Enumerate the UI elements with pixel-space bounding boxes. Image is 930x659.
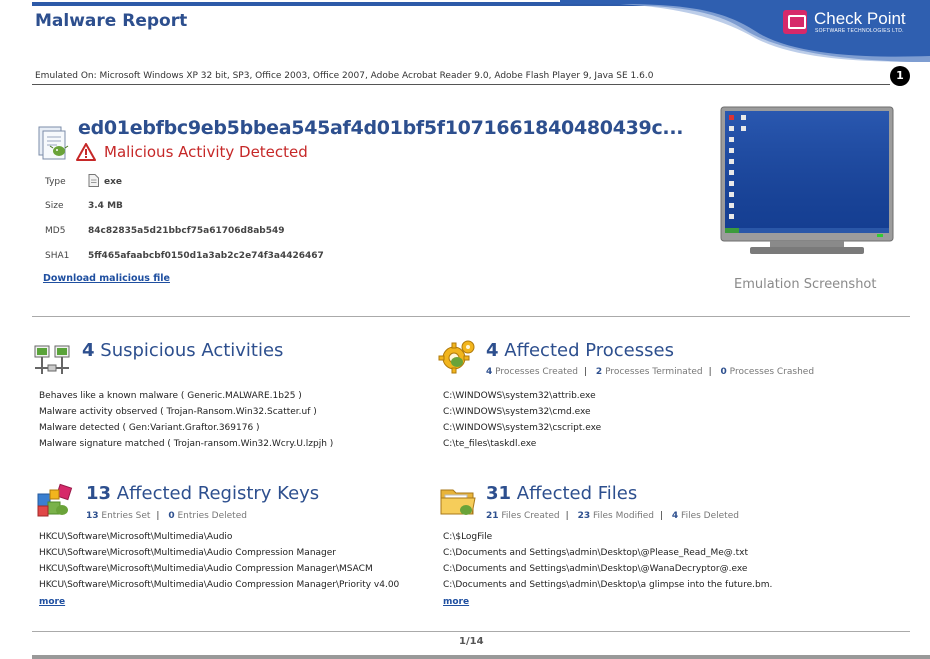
network-computers-icon [34, 345, 70, 374]
list-item: C:\WINDOWS\system32\attrib.exe [443, 391, 596, 401]
check-point-logo-icon [783, 10, 807, 34]
list-item: C:\Documents and Settings\admin\Desktop\… [443, 564, 748, 574]
list-item: HKCU\Software\Microsoft\Multimedia\Audio… [39, 564, 373, 574]
page-marker-badge: 1 [890, 66, 910, 86]
stat-label: Processes Created [495, 367, 578, 377]
list-item: Behaves like a known malware ( Generic.M… [39, 391, 302, 401]
folder-icon [440, 489, 476, 515]
stat-num: 21 [486, 511, 499, 521]
registry-title-text: Affected Registry Keys [116, 483, 320, 504]
section-divider [32, 316, 910, 317]
emulated-divider [32, 84, 890, 85]
files-stats: 21 Files Created | 23 Files Modified | 4 F… [486, 511, 739, 521]
suspicious-activities-title: 4 Suspicious Activities [82, 340, 283, 361]
stat-num: 2 [595, 367, 603, 377]
affected-processes-title: 4 Affected Processes [486, 340, 674, 361]
processes-count: 4 [486, 340, 499, 361]
files-more-link[interactable]: more [443, 597, 469, 607]
stat-label: Files Created [501, 511, 560, 521]
logo-subtitle: SOFTWARE TECHNOLOGIES LTD. [815, 28, 904, 34]
stat-label: Files Deleted [681, 511, 739, 521]
list-item: C:\te_files\taskdl.exe [443, 439, 537, 449]
download-malicious-file-link[interactable]: Download malicious file [43, 273, 170, 284]
logo-name: Check Point [814, 9, 906, 28]
affected-files-title: 31 Affected Files [486, 483, 637, 504]
prop-sha1-label: SHA1 [45, 251, 70, 261]
page-bottom-edge [32, 655, 930, 659]
stat-label: Entries Deleted [177, 511, 247, 521]
warning-icon [76, 143, 96, 161]
prop-size-value: 3.4 MB [88, 201, 123, 211]
stat-num: 4 [486, 367, 493, 377]
prop-md5-label: MD5 [45, 226, 66, 236]
list-item: C:\Documents and Settings\admin\Desktop\… [443, 548, 749, 558]
stat-num: 4 [671, 511, 679, 521]
emulation-screenshot-monitor[interactable] [720, 106, 894, 256]
prop-md5-value: 84c82835a5d21bbcf75a61706d8ab549 [88, 226, 285, 236]
processes-title-text: Affected Processes [504, 340, 674, 361]
affected-registry-title: 13 Affected Registry Keys [86, 483, 319, 504]
list-item: C:\WINDOWS\system32\cscript.exe [443, 423, 602, 433]
list-item: C:\WINDOWS\system32\cmd.exe [443, 407, 591, 417]
processes-stats: 4 Processes Created | 2 Processes Termina… [486, 367, 815, 377]
suspicious-activities-list: Behaves like a known malware ( Generic.M… [39, 388, 333, 452]
check-point-logo: Check Point SOFTWARE TECHNOLOGIES LTD. [783, 9, 918, 40]
registry-more-link[interactable]: more [39, 597, 65, 607]
gears-icon [438, 340, 475, 374]
prop-sha1-value: 5ff465afaabcbf0150d1a3ab2c2e74f3a4426467 [88, 251, 324, 261]
page-number: 1/14 [459, 636, 484, 647]
stat-label: Files Modified [592, 511, 654, 521]
stat-label: Processes Terminated [605, 367, 703, 377]
list-item: C:\Documents and Settings\admin\Desktop\… [443, 580, 773, 590]
stat-num: 0 [720, 367, 727, 377]
stat-num: 0 [168, 511, 175, 521]
affected-processes-list: C:\WINDOWS\system32\attrib.exe C:\WINDOW… [443, 388, 601, 452]
footer-divider [32, 631, 910, 632]
stat-label: Entries Set [101, 511, 151, 521]
list-item: Malware signature matched ( Trojan-ranso… [39, 439, 334, 449]
list-item: Malware activity observed ( Trojan-Ranso… [39, 407, 317, 417]
document-bug-icon [38, 126, 69, 160]
list-item: HKCU\Software\Microsoft\Multimedia\Audio… [39, 548, 336, 558]
exe-file-icon [88, 174, 99, 187]
list-item: C:\$LogFile [443, 532, 493, 542]
affected-registry-list: HKCU\Software\Microsoft\Multimedia\Audio… [39, 529, 399, 593]
suspicious-title-text: Suspicious Activities [100, 340, 284, 361]
stat-num: 23 [577, 511, 591, 521]
emulation-screenshot-caption: Emulation Screenshot [734, 277, 877, 292]
files-title-text: Affected Files [516, 483, 638, 504]
verdict-label: Malicious Activity Detected [104, 143, 308, 161]
emulated-on-text: Emulated On: Microsoft Windows XP 32 bit… [35, 71, 654, 81]
files-count: 31 [486, 483, 512, 504]
page-title: Malware Report [35, 11, 188, 31]
stat-label: Processes Crashed [729, 367, 815, 377]
stat-num: 13 [86, 511, 99, 521]
prop-size-label: Size [45, 201, 64, 211]
list-item: Malware detected ( Gen:Variant.Graftor.3… [39, 423, 260, 433]
affected-files-list: C:\$LogFile C:\Documents and Settings\ad… [443, 529, 772, 593]
prop-type-value: exe [104, 177, 123, 187]
suspicious-count: 4 [82, 340, 95, 361]
registry-stats: 13 Entries Set | 0 Entries Deleted [86, 511, 247, 521]
list-item: HKCU\Software\Microsoft\Multimedia\Audio [39, 532, 233, 542]
list-item: HKCU\Software\Microsoft\Multimedia\Audio… [39, 580, 400, 590]
sample-hash-title: ed01ebfbc9eb5bbea545af4d01bf5f1071661840… [78, 117, 684, 139]
registry-blocks-icon [37, 483, 73, 517]
prop-type-label: Type [45, 177, 66, 187]
registry-count: 13 [86, 483, 112, 504]
